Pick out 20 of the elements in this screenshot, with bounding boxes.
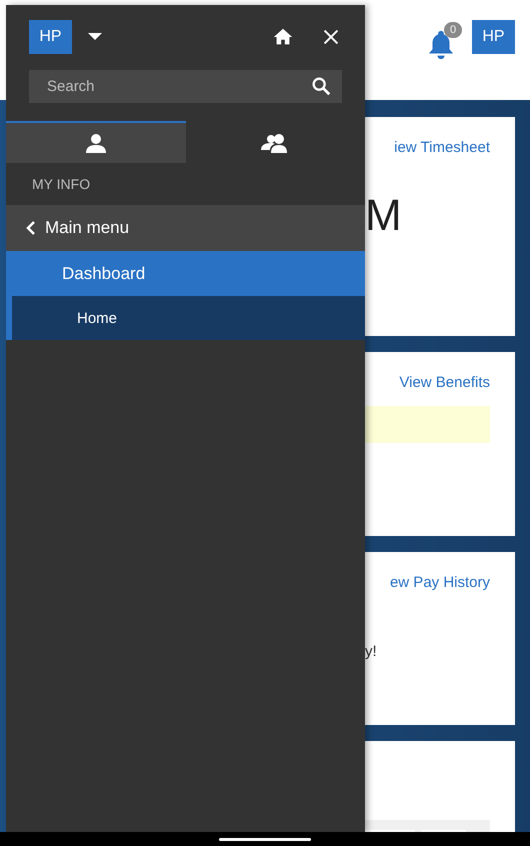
- card-link[interactable]: iew Timesheet: [394, 139, 490, 156]
- submenu-item[interactable]: Home: [6, 296, 365, 340]
- notification-badge: 0: [444, 22, 462, 38]
- home-indicator[interactable]: [219, 838, 311, 840]
- chevron-left-icon: [26, 220, 36, 236]
- user-avatar[interactable]: HP: [29, 20, 72, 54]
- caret-icon[interactable]: [88, 33, 102, 41]
- person-icon: [84, 133, 108, 153]
- user-avatar[interactable]: HP: [472, 20, 515, 54]
- tab[interactable]: [6, 121, 186, 163]
- back-menu-item[interactable]: Main menu: [6, 205, 365, 251]
- menu-item[interactable]: Dashboard: [6, 251, 365, 296]
- section-heading: MY INFO: [31, 175, 92, 194]
- card-link[interactable]: View Benefits: [399, 374, 490, 391]
- search-field[interactable]: Search: [29, 70, 342, 103]
- card-value: M: [365, 194, 403, 238]
- card-link[interactable]: ew Pay History: [390, 574, 490, 591]
- back-label: Main menu: [45, 218, 130, 238]
- search-icon[interactable]: [310, 75, 332, 97]
- card-text: y!: [365, 643, 378, 660]
